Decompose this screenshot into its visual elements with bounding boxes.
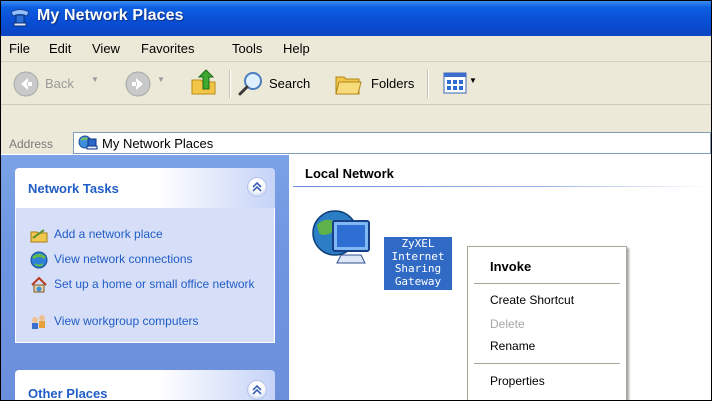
- menu-edit[interactable]: Edit: [49, 41, 71, 56]
- group-header: Local Network: [305, 166, 394, 181]
- folders-button[interactable]: Folders: [331, 62, 423, 104]
- task-label: View network connections: [54, 252, 193, 266]
- views-dropdown-icon[interactable]: ▼: [469, 76, 477, 85]
- other-places-panel: Other Places: [15, 370, 275, 401]
- menu-item-delete: Delete: [490, 317, 525, 331]
- back-label: Back: [45, 76, 74, 91]
- forward-button[interactable]: ▼: [125, 62, 177, 104]
- network-tasks-panel: Network Tasks Add a network place View n…: [15, 168, 275, 343]
- address-field[interactable]: My Network Places: [73, 132, 711, 154]
- menu-file[interactable]: File: [9, 41, 30, 56]
- label-line: Gateway: [394, 274, 442, 288]
- toolbar-separator: [229, 70, 231, 98]
- menu-tools[interactable]: Tools: [232, 41, 262, 56]
- views-grid-icon: [443, 72, 467, 94]
- views-button[interactable]: ▼: [441, 62, 481, 104]
- network-places-icon: [10, 9, 30, 27]
- label-line: Sharing: [394, 262, 442, 275]
- menu-view[interactable]: View: [92, 41, 120, 56]
- back-button[interactable]: Back ▼: [7, 62, 107, 104]
- search-button[interactable]: Search: [235, 62, 327, 104]
- network-tasks-body: Add a network place View network connect…: [15, 208, 275, 343]
- task-label: Add a network place: [54, 227, 163, 241]
- collapse-chevron-icon[interactable]: [247, 380, 267, 400]
- network-places-small-icon: [78, 135, 98, 150]
- menu-separator: [474, 283, 620, 284]
- task-label: Set up a home or small office network: [54, 277, 255, 291]
- other-places-title: Other Places: [28, 386, 108, 401]
- title-bar[interactable]: My Network Places: [1, 1, 711, 36]
- folders-icon: [335, 76, 362, 95]
- menu-help[interactable]: Help: [283, 41, 310, 56]
- collapse-chevron-icon[interactable]: [247, 177, 267, 197]
- group-divider: [293, 186, 711, 187]
- address-value: My Network Places: [102, 136, 214, 151]
- label-line: ZyXEL: [401, 237, 435, 250]
- internet-gateway-icon[interactable]: [311, 207, 375, 269]
- menu-item-rename[interactable]: Rename: [490, 339, 535, 353]
- task-pane: Network Tasks Add a network place View n…: [1, 155, 289, 401]
- forward-dropdown-icon[interactable]: ▼: [157, 75, 165, 84]
- toolbar: Back ▼ ▼ Search Folders ▼: [1, 62, 711, 105]
- address-bar: Address My Network Places: [1, 105, 711, 154]
- address-label: Address: [9, 137, 54, 151]
- folders-label: Folders: [371, 76, 415, 91]
- up-button[interactable]: [187, 62, 223, 104]
- search-label: Search: [269, 76, 311, 91]
- home-network-setup-icon: [31, 276, 47, 293]
- other-places-header[interactable]: Other Places: [15, 370, 275, 401]
- menu-item-properties[interactable]: Properties: [490, 374, 545, 388]
- forward-arrow-icon: [125, 71, 151, 97]
- task-label: View workgroup computers: [54, 314, 199, 328]
- menu-separator: [474, 363, 620, 364]
- network-tasks-title: Network Tasks: [28, 181, 119, 196]
- window-title: My Network Places: [37, 7, 184, 24]
- toolbar-separator: [427, 70, 429, 98]
- back-dropdown-icon[interactable]: ▼: [91, 75, 99, 84]
- back-arrow-icon: [13, 71, 39, 97]
- explorer-window: My Network Places File Edit View Favorit…: [0, 0, 712, 401]
- network-tasks-header[interactable]: Network Tasks: [15, 168, 275, 208]
- gateway-item-label[interactable]: ZyXEL Internet Sharing Gateway: [384, 237, 452, 290]
- up-folder-icon: [191, 69, 216, 95]
- search-magnifier-icon: [238, 72, 262, 96]
- menu-item-invoke[interactable]: Invoke: [490, 259, 531, 274]
- workgroup-computers-icon: [32, 315, 45, 329]
- context-menu: Invoke Create Shortcut Delete Rename Pro…: [467, 246, 627, 400]
- network-connections-icon: [30, 251, 48, 269]
- menu-bar: File Edit View Favorites Tools Help: [1, 36, 711, 62]
- add-network-place-icon: [30, 229, 48, 243]
- menu-item-create-shortcut[interactable]: Create Shortcut: [490, 293, 574, 307]
- menu-favorites[interactable]: Favorites: [141, 41, 194, 56]
